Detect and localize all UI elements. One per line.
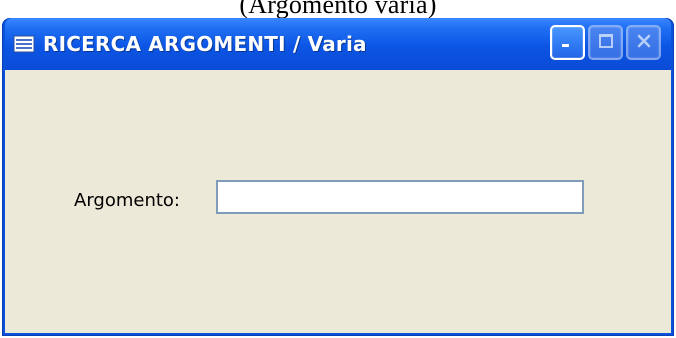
close-icon	[635, 32, 653, 54]
top-cut-caption-text: (Argomento varia)	[239, 0, 437, 18]
title-bar[interactable]: RICERCA ARGOMENTI / Varia	[5, 18, 671, 70]
minimize-button[interactable]	[550, 25, 585, 60]
window-app-icon[interactable]	[13, 33, 35, 55]
dialog-client-area: Argomento:	[5, 70, 671, 333]
minimize-icon	[559, 32, 577, 54]
window-title: RICERCA ARGOMENTI / Varia	[43, 32, 367, 56]
argomento-label: Argomento:	[74, 190, 180, 211]
close-button[interactable]	[626, 25, 661, 60]
argomento-input[interactable]	[216, 180, 584, 214]
maximize-button[interactable]	[588, 25, 623, 60]
title-buttons	[550, 25, 661, 60]
dialog-window: RICERCA ARGOMENTI / Varia Argomento:	[2, 18, 674, 336]
maximize-icon	[597, 32, 615, 54]
top-cut-caption: (Argomento varia)	[0, 0, 676, 18]
